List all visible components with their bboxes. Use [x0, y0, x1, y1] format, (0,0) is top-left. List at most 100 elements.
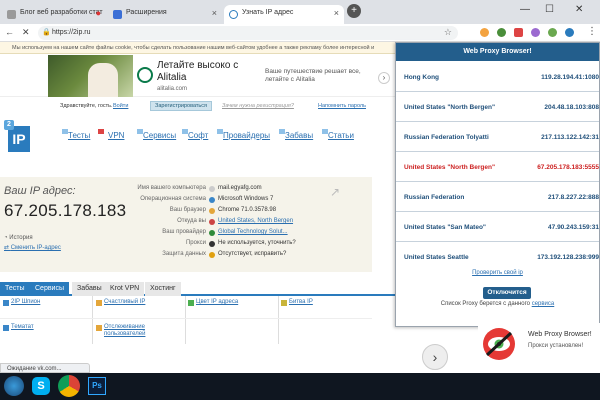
back-icon[interactable]: ← — [5, 27, 14, 37]
nav-articles[interactable]: Статьи — [328, 131, 354, 140]
proxy-item[interactable]: United States Seattle 173.192.128.238:999 — [396, 243, 599, 272]
next-button[interactable]: › — [422, 344, 448, 370]
login-link[interactable]: Войти — [113, 103, 128, 109]
loading-spinner-icon — [229, 10, 238, 19]
ad-banner[interactable]: Летайте высоко с Alitalia alitalia.com В… — [0, 55, 395, 97]
service-link[interactable]: Счастливый IP — [104, 299, 145, 306]
service-link[interactable]: Цвет IP адреса — [196, 299, 238, 306]
ad-image — [48, 55, 133, 97]
section-tabs: Тесты Сервисы Забавы Krot VPN Хостинг — [0, 282, 395, 296]
chrome-icon[interactable] — [58, 375, 80, 397]
color-icon — [188, 300, 194, 306]
service-link[interactable]: Отслеживание пользователей — [104, 324, 164, 338]
extension-icon[interactable] — [497, 28, 506, 37]
bookmark-star-icon[interactable]: ☆ — [444, 27, 452, 38]
ip-label: Ваш IP адрес: — [4, 185, 76, 197]
ip-info-panel: Ваш IP адрес: 67.205.178.183 ◔ История ⇄… — [0, 177, 372, 272]
puzzle-icon — [113, 10, 122, 19]
forgot-password-link[interactable]: Напомнить пароль — [318, 103, 366, 109]
info-row-proxy: Прокси Не используется, уточнить? — [185, 240, 296, 247]
browser-toolbar: ← ✕ 🔒 https://2ip.ru ☆ ⋮ — [0, 24, 600, 42]
extension-firefox-icon[interactable] — [480, 28, 489, 37]
computer-icon — [209, 186, 215, 192]
battle-icon — [281, 300, 287, 306]
nav-services[interactable]: Сервисы — [143, 131, 176, 140]
change-ip-link[interactable]: ⇄ Сменить IP-адрес — [4, 244, 61, 251]
browser-tab-strip: Блог веб разработки стат ● Расширения × … — [0, 0, 600, 24]
site-logo[interactable]: 2 IP — [4, 120, 30, 152]
theme-icon — [3, 325, 9, 331]
info-row-protection: Защита данных Отсутствует, исправить? — [162, 251, 287, 258]
windows-icon — [209, 197, 215, 203]
info-row-hostname: Имя вашего компьютера mail.egyafg.com — [137, 185, 262, 192]
tab-tests[interactable]: Тесты — [0, 282, 30, 296]
why-register-link[interactable]: Зачем нужна регистрация? — [222, 103, 294, 109]
tab-label: Блог веб разработки стат — [20, 9, 103, 16]
web-proxy-extension-icon[interactable] — [565, 28, 574, 37]
start-button[interactable] — [4, 376, 24, 396]
tab-fun[interactable]: Забавы — [72, 282, 107, 296]
globe-icon — [209, 230, 215, 236]
logo-two: 2 — [4, 120, 14, 130]
proxy-item[interactable]: United States "North Bergen" 204.48.18.10… — [396, 93, 599, 122]
ad-domain: alitalia.com — [157, 86, 188, 92]
url-text: https://2ip.ru — [52, 29, 91, 36]
photoshop-icon[interactable]: Ps — [88, 377, 106, 395]
alitalia-logo-icon — [137, 67, 153, 83]
register-button[interactable]: Зарегистрироваться — [150, 101, 213, 111]
nav-tests[interactable]: Тесты — [68, 131, 90, 140]
service-link[interactable]: Битва IP — [289, 299, 313, 306]
skype-icon[interactable]: S — [32, 377, 50, 395]
service-link[interactable]: 2IP Шпион — [11, 299, 40, 306]
proxy-item[interactable]: Russian Federation 217.8.227.22:888 — [396, 183, 599, 212]
extension-icon[interactable] — [514, 28, 523, 37]
notification-subtitle: Прокси установлен! — [528, 343, 584, 349]
info-row-browser: Ваш браузер Chrome 71.0.3578.98 — [169, 207, 277, 214]
disconnect-button[interactable]: Отключится — [483, 287, 531, 299]
tab-extensions[interactable]: Расширения × — [108, 5, 222, 24]
close-window-button[interactable]: ✕ — [575, 4, 583, 15]
service-link[interactable]: Тематат — [11, 324, 34, 331]
minimize-button[interactable]: — — [520, 4, 530, 15]
tab-ip-address[interactable]: Узнать IP адрес × — [224, 5, 344, 24]
tab-label: Узнать IP адрес — [242, 9, 294, 16]
lucky-icon — [96, 300, 102, 306]
check-ip-link[interactable]: Проверить свой ip — [396, 270, 599, 276]
source-note: Список Proxy берется с данного сервиса — [440, 301, 555, 307]
close-icon[interactable]: ● — [96, 8, 101, 18]
stop-loading-button[interactable]: ✕ — [22, 27, 30, 38]
proxy-notification[interactable]: Web Proxy Browser! Прокси установлен! — [478, 323, 600, 369]
source-link[interactable]: сервиса — [532, 301, 555, 307]
info-row-os: Операционная система Microsoft Windows 7 — [140, 196, 274, 203]
new-tab-button[interactable]: + — [347, 4, 361, 18]
close-icon[interactable]: × — [334, 8, 339, 18]
nav-providers[interactable]: Провайдеры — [223, 131, 270, 140]
nav-vpn[interactable]: VPN — [108, 131, 124, 140]
address-bar[interactable]: 🔒 https://2ip.ru ☆ — [38, 26, 458, 40]
extension-icon[interactable] — [531, 28, 540, 37]
change-icon: ⇄ — [4, 245, 11, 251]
nav-software[interactable]: Софт — [188, 131, 208, 140]
notification-title: Web Proxy Browser! — [528, 331, 592, 338]
popup-title: Web Proxy Browser! — [396, 43, 599, 61]
proxy-item[interactable]: United States "San Mateo" 47.90.243.159:3… — [396, 213, 599, 242]
tab-blog[interactable]: Блог веб разработки стат ● — [2, 5, 106, 24]
tab-hosting[interactable]: Хостинг — [145, 282, 181, 296]
maximize-button[interactable]: ☐ — [545, 4, 554, 15]
proxy-item-active[interactable]: United States "North Bergen" 67.205.178.1… — [396, 153, 599, 182]
extension-icon[interactable] — [548, 28, 557, 37]
ad-title: Летайте высоко с Alitalia — [157, 60, 239, 83]
ad-next-button[interactable]: › — [378, 72, 390, 84]
info-row-location: Откуда вы United States, North Bergen — [177, 218, 294, 225]
ad-side-text: Ваше путешествие решает все, летайте с A… — [265, 68, 361, 83]
history-link[interactable]: ◔ История — [4, 235, 33, 241]
nav-fun[interactable]: Забавы — [285, 131, 313, 140]
close-icon[interactable]: × — [212, 8, 217, 18]
proxy-item[interactable]: Hong Kong 119.28.194.41:1080 — [396, 63, 599, 92]
spy-icon — [3, 300, 9, 306]
tab-services[interactable]: Сервисы — [30, 282, 70, 296]
proxy-item[interactable]: Russian Federation Tolyatti 217.113.122.1… — [396, 123, 599, 152]
tab-krot-vpn[interactable]: Krot VPN — [105, 282, 145, 296]
tab-label: Расширения — [126, 9, 167, 16]
browser-menu-icon[interactable]: ⋮ — [587, 26, 597, 37]
